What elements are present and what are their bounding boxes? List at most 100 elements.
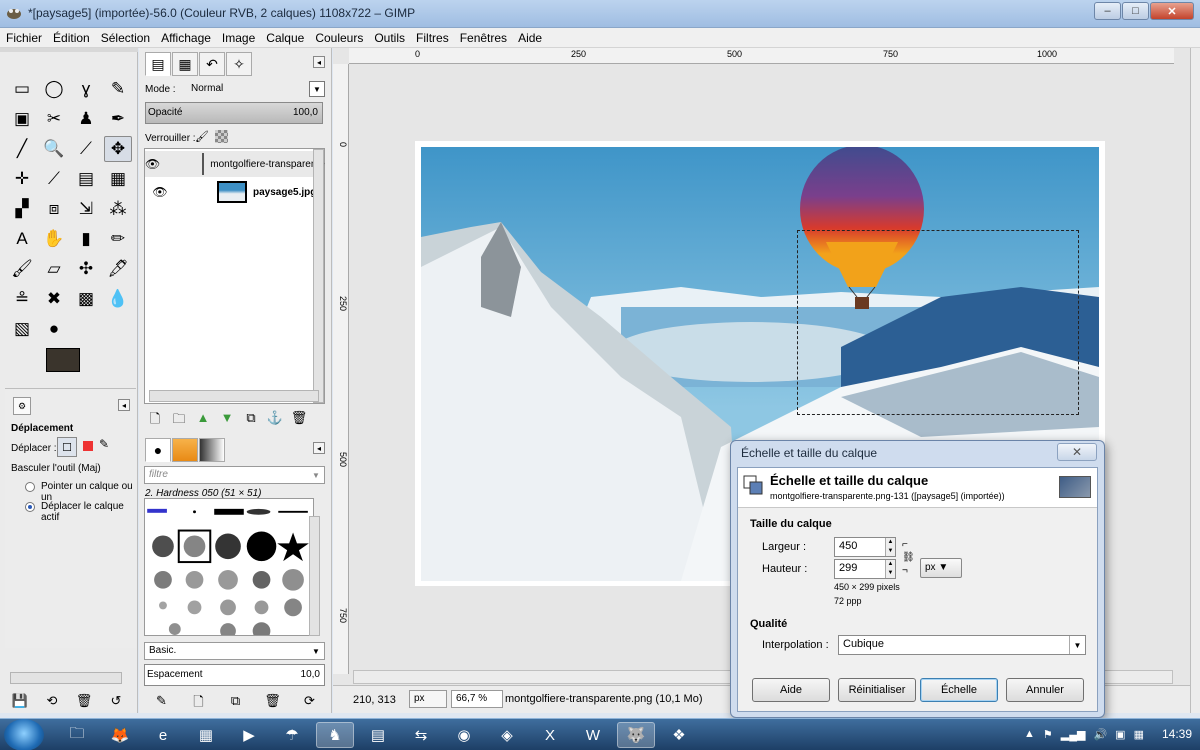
brushes-menu-icon[interactable]: ◂	[313, 442, 325, 454]
menu-image[interactable]: Image	[216, 28, 260, 47]
reset-options-icon[interactable]: ↺	[100, 693, 132, 709]
align-tool-icon[interactable]: ✛	[8, 166, 36, 192]
new-layer-group-icon[interactable]: 🗀	[167, 410, 191, 432]
perspective-clone-tool-icon[interactable]: ▩	[72, 286, 100, 312]
duplicate-layer-icon[interactable]: ⧉	[239, 410, 263, 432]
scale-tool-icon[interactable]: ▦	[104, 166, 132, 192]
tab-patterns-icon[interactable]	[172, 438, 198, 462]
taskbar-app-icon[interactable]: ☂	[273, 722, 311, 748]
crop-tool-icon[interactable]: ⟋	[40, 166, 68, 192]
move-selection-mode-icon[interactable]	[83, 441, 93, 451]
move-layer-mode-icon[interactable]: ☐	[57, 437, 77, 457]
foreground-select-tool-icon[interactable]: ♟	[72, 106, 100, 132]
tab-channels-icon[interactable]: ▦	[172, 52, 198, 76]
taskbar-app-icon[interactable]: ♞	[316, 722, 354, 748]
blend-tool-icon[interactable]: ▮	[72, 226, 100, 252]
refresh-brushes-icon[interactable]: ⟳	[291, 693, 328, 715]
toolbox-handle[interactable]	[0, 48, 138, 52]
duplicate-brush-icon[interactable]: ⧉	[217, 693, 254, 715]
save-options-icon[interactable]: 💾	[4, 693, 36, 709]
dialog-close-button[interactable]: ✕	[1057, 443, 1097, 461]
shear-tool-icon[interactable]: ▞	[8, 196, 36, 222]
lasso-tool-icon[interactable]: ɣ	[72, 76, 100, 102]
move-path-mode-icon[interactable]: ✎	[99, 437, 109, 451]
ellipse-select-tool-icon[interactable]: ◯	[40, 76, 68, 102]
paths-tool-icon[interactable]: ✒	[104, 106, 132, 132]
delete-brush-icon[interactable]: 🗑	[254, 693, 291, 715]
maximize-button[interactable]: □	[1122, 2, 1149, 20]
brush-preset-select[interactable]: Basic. ▼	[144, 642, 325, 660]
width-input[interactable]: 450 ▲ ▼	[834, 537, 896, 557]
dock-menu-icon[interactable]: ◂	[313, 56, 325, 68]
menu-couleurs[interactable]: Couleurs	[309, 28, 368, 47]
menu-outils[interactable]: Outils	[368, 28, 410, 47]
layer-row[interactable]: 👁 montgolfiere-transparente	[145, 151, 325, 177]
lock-pixels-icon[interactable]: 🖌	[195, 130, 209, 143]
tab-brushes-icon[interactable]: ●	[145, 438, 171, 462]
bucket-fill-tool-icon[interactable]: ✋	[40, 226, 68, 252]
taskbar-firefox-icon[interactable]: 🦊	[101, 722, 139, 748]
layers-hscrollbar[interactable]	[149, 390, 319, 402]
tray-app-icon[interactable]: ▣	[1115, 728, 1125, 741]
smudge-tool-icon[interactable]: ▧	[8, 316, 36, 342]
eraser-tool-icon[interactable]: ▱	[40, 256, 68, 282]
lock-alpha-icon[interactable]	[215, 130, 228, 143]
fuzzy-select-tool-icon[interactable]: ✎	[104, 76, 132, 102]
layer-boundary[interactable]	[797, 230, 1079, 415]
taskbar-chrome-icon[interactable]: ◉	[445, 722, 483, 748]
spacing-slider[interactable]: Espacement 10,0	[144, 664, 325, 686]
clone-tool-icon[interactable]: ≗	[8, 286, 36, 312]
chain-link-icon[interactable]: ⌐ ⛓ ¬	[902, 538, 915, 578]
layer-row[interactable]: 👁 paysage5.jpg	[145, 179, 324, 205]
menu-aide[interactable]: Aide	[512, 28, 547, 47]
brush-filter-input[interactable]: filtre ▼	[144, 466, 325, 484]
delete-options-icon[interactable]: 🗑	[68, 693, 100, 709]
measure-tool-icon[interactable]: ⟋	[72, 136, 100, 162]
taskbar-app-icon[interactable]: ▤	[359, 722, 397, 748]
edit-brush-icon[interactable]: ✎	[143, 693, 180, 715]
dodge-burn-tool-icon[interactable]: ●	[40, 316, 68, 342]
canvas-vscrollbar[interactable]	[1190, 48, 1200, 713]
menu-filtres[interactable]: Filtres	[410, 28, 454, 47]
height-spinner-icon[interactable]: ▲ ▼	[885, 560, 895, 578]
scissors-tool-icon[interactable]: ✂	[40, 106, 68, 132]
rotate-tool-icon[interactable]: ▤	[72, 166, 100, 192]
menu-affichage[interactable]: Affichage	[155, 28, 216, 47]
eye-icon[interactable]: 👁	[145, 185, 175, 199]
taskbar-ie-icon[interactable]: e	[144, 722, 182, 748]
taskbar-excel-icon[interactable]: X	[531, 722, 569, 748]
scale-button[interactable]: Échelle	[920, 678, 998, 702]
layer-list-vscrollbar[interactable]	[313, 149, 324, 403]
blur-tool-icon[interactable]: 💧	[104, 286, 132, 312]
anchor-layer-icon[interactable]: ⚓	[263, 410, 287, 432]
taskbar-gimp-icon[interactable]: 🐺	[617, 722, 655, 748]
minimize-button[interactable]: –	[1094, 2, 1121, 20]
help-button[interactable]: Aide	[752, 678, 830, 702]
menu-fenetres[interactable]: Fenêtres	[454, 28, 512, 47]
airbrush-tool-icon[interactable]: ✣	[72, 256, 100, 282]
brush-grid-vscrollbar[interactable]	[309, 516, 320, 636]
vertical-ruler[interactable]: 0 250 500 750	[333, 64, 349, 674]
taskbar-app-icon[interactable]: ◈	[488, 722, 526, 748]
clock[interactable]: 14:39	[1162, 727, 1192, 741]
height-input[interactable]: 299 ▲ ▼	[834, 559, 896, 579]
rect-select-tool-icon[interactable]: ▭	[8, 76, 36, 102]
lower-layer-icon[interactable]: ▼	[215, 410, 239, 432]
radio-pick-layer[interactable]	[25, 482, 35, 492]
raise-layer-icon[interactable]: ▲	[191, 410, 215, 432]
cage-tool-icon[interactable]: ⁂	[104, 196, 132, 222]
zoom-select[interactable]: 66,7 %	[451, 690, 503, 708]
tool-options-tab-icon[interactable]: ⚙	[13, 397, 31, 415]
interpolation-select[interactable]: Cubique ▼	[838, 635, 1086, 655]
paintbrush-tool-icon[interactable]: 🖌	[8, 256, 36, 282]
pencil-tool-icon[interactable]: ✏	[104, 226, 132, 252]
mode-dropdown-icon[interactable]: ▼	[309, 81, 325, 97]
radio-move-active[interactable]	[25, 502, 35, 512]
flip-tool-icon[interactable]: ⇲	[72, 196, 100, 222]
menu-calque[interactable]: Calque	[260, 28, 309, 47]
foreground-color[interactable]	[46, 348, 80, 372]
delete-layer-icon[interactable]: 🗑	[287, 410, 311, 432]
toolbox-hscrollbar[interactable]	[10, 672, 122, 684]
tray-network-icon[interactable]: ▂▄▆	[1061, 728, 1086, 741]
ink-tool-icon[interactable]: 🖋	[104, 256, 132, 282]
